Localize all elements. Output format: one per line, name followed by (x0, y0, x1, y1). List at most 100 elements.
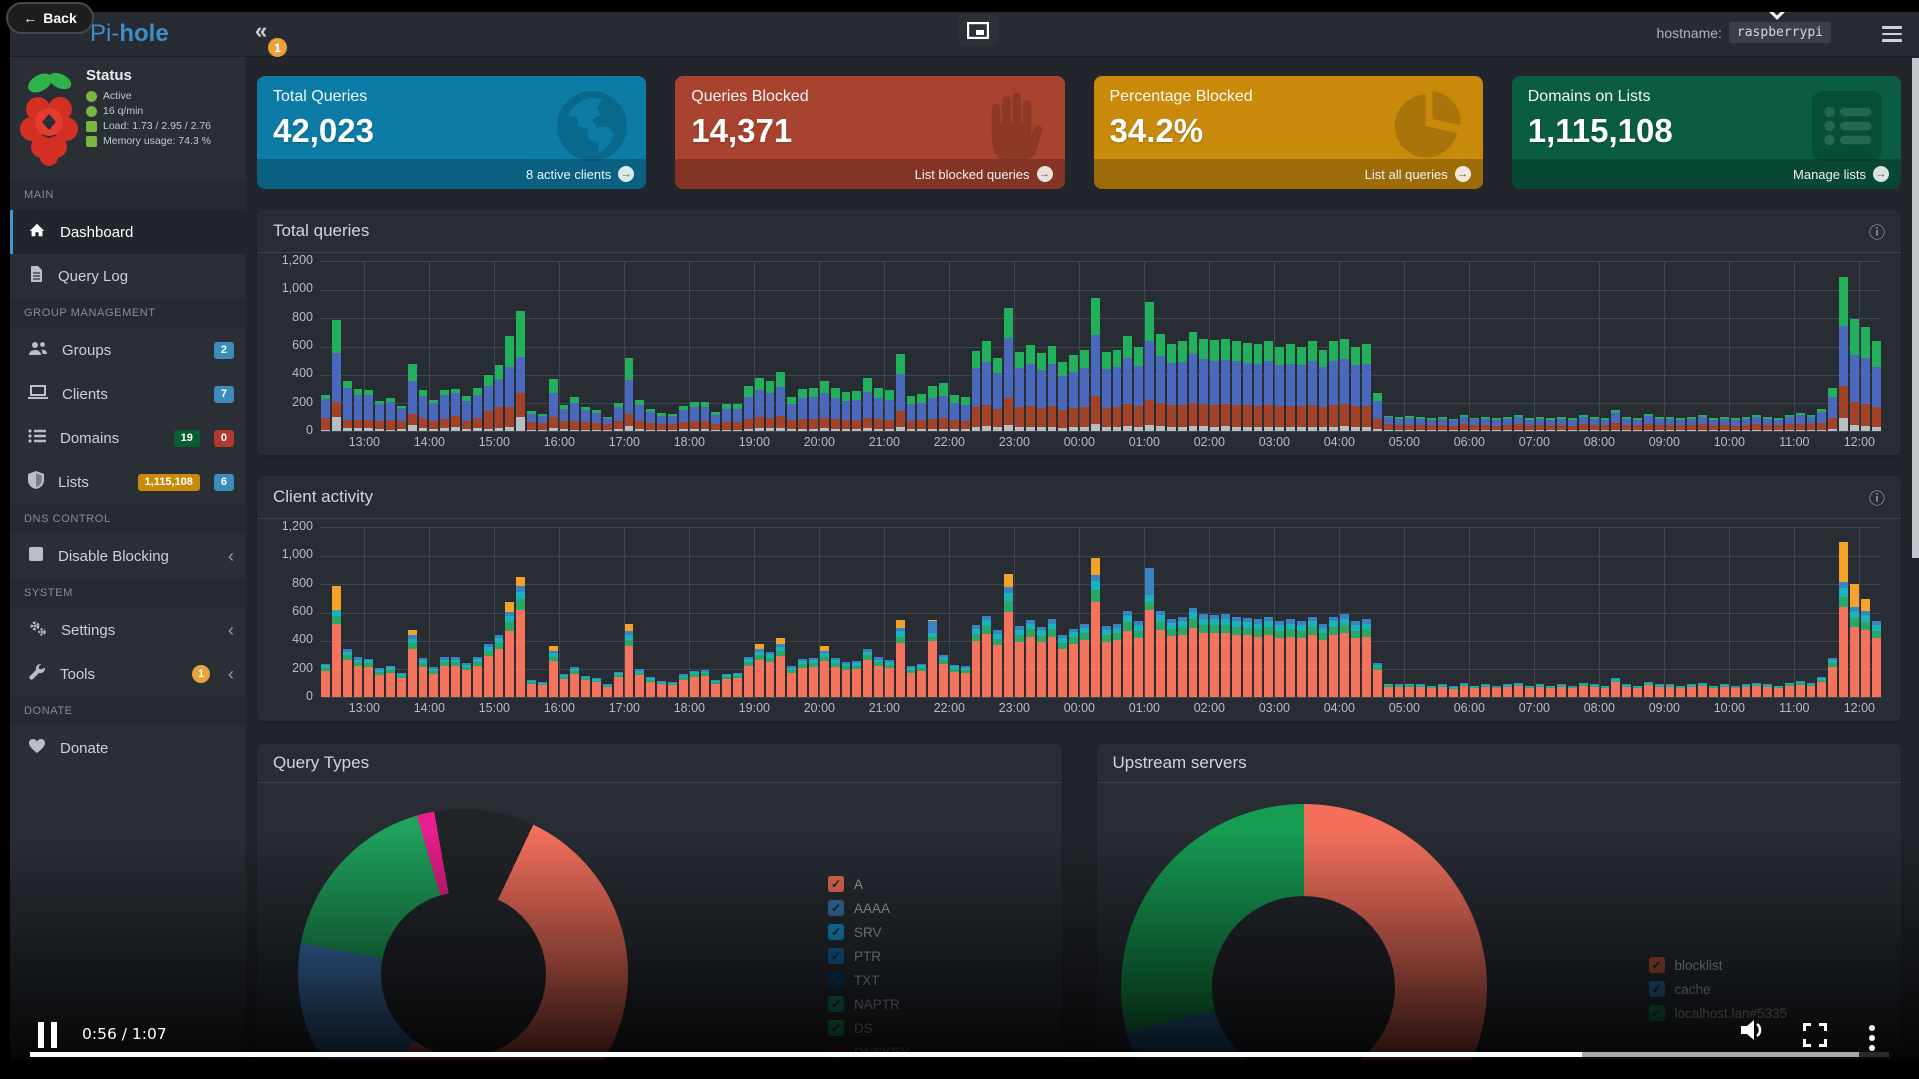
stacked-bar[interactable] (993, 529, 1002, 697)
sidebar-item-dashboard[interactable]: Dashboard (10, 210, 246, 254)
stacked-bar[interactable] (354, 529, 363, 697)
stacked-bar[interactable] (440, 263, 449, 431)
stacked-bar[interactable] (1362, 263, 1371, 431)
stacked-bar[interactable] (1676, 263, 1685, 431)
stacked-bar[interactable] (1872, 263, 1881, 431)
stacked-bar[interactable] (1568, 263, 1577, 431)
stacked-bar[interactable] (1785, 263, 1794, 431)
stacked-bar[interactable] (1785, 529, 1794, 697)
stacked-bar[interactable] (776, 263, 785, 431)
stacked-bar[interactable] (1123, 529, 1132, 697)
stacked-bar[interactable] (1145, 529, 1154, 697)
stacked-bar[interactable] (1427, 263, 1436, 431)
stacked-bar[interactable] (668, 263, 677, 431)
stacked-bar[interactable] (1416, 529, 1425, 697)
legend-item-blocklist[interactable]: ✓blocklist (1649, 957, 1788, 973)
stacked-bar[interactable] (1796, 263, 1805, 431)
volume-icon[interactable] (1737, 1016, 1767, 1049)
sidebar-item-groups[interactable]: Groups2 (10, 328, 246, 372)
stacked-bar[interactable] (1752, 529, 1761, 697)
list-blocked-queries-link[interactable]: List blocked queries → (675, 159, 1064, 189)
stacked-bar[interactable] (1329, 263, 1338, 431)
stacked-bar[interactable] (950, 529, 959, 697)
stacked-bar[interactable] (982, 263, 991, 431)
stacked-bar[interactable] (1319, 263, 1328, 431)
stacked-bar[interactable] (321, 529, 330, 697)
stacked-bar[interactable] (1243, 529, 1252, 697)
stacked-bar[interactable] (473, 263, 482, 431)
stacked-bar[interactable] (473, 529, 482, 697)
stacked-bar[interactable] (1210, 529, 1219, 697)
stacked-bar[interactable] (440, 529, 449, 697)
stacked-bar[interactable] (538, 263, 547, 431)
stacked-bar[interactable] (1351, 263, 1360, 431)
stacked-bar[interactable] (1080, 529, 1089, 697)
back-button[interactable]: ←Back (6, 2, 94, 34)
legend-item-srv[interactable]: ✓SRV (828, 924, 910, 940)
stacked-bar[interactable] (1557, 529, 1566, 697)
stacked-bar[interactable] (1340, 529, 1349, 697)
stacked-bar[interactable] (1655, 529, 1664, 697)
stacked-bar[interactable] (711, 263, 720, 431)
menu-icon[interactable] (1882, 26, 1902, 42)
stacked-bar[interactable] (1449, 529, 1458, 697)
stacked-bar[interactable] (896, 529, 905, 697)
stacked-bar[interactable] (1709, 263, 1718, 431)
stacked-bar[interactable] (1763, 263, 1772, 431)
stacked-bar[interactable] (1156, 529, 1165, 697)
stacked-bar[interactable] (1438, 529, 1447, 697)
stacked-bar[interactable] (1405, 529, 1414, 697)
stacked-bar[interactable] (549, 529, 558, 697)
stacked-bar[interactable] (614, 529, 623, 697)
stacked-bar[interactable] (1536, 529, 1545, 697)
stacked-bar[interactable] (1622, 529, 1631, 697)
stacked-bar[interactable] (1199, 529, 1208, 697)
stacked-bar[interactable] (1460, 263, 1469, 431)
active-clients-link[interactable]: 8 active clients → (257, 159, 646, 189)
stacked-bar[interactable] (549, 263, 558, 431)
stacked-bar[interactable] (516, 529, 525, 697)
stacked-bar[interactable] (1232, 263, 1241, 431)
stacked-bar[interactable] (1839, 529, 1848, 697)
stacked-bar[interactable] (690, 263, 699, 431)
stacked-bar[interactable] (343, 263, 352, 431)
stacked-bar[interactable] (635, 529, 644, 697)
info-icon[interactable]: ⓘ (1869, 219, 1885, 243)
stacked-bar[interactable] (1427, 529, 1436, 697)
stacked-bar[interactable] (560, 529, 569, 697)
stacked-bar[interactable] (1687, 263, 1696, 431)
stacked-bar[interactable] (603, 263, 612, 431)
stacked-bar[interactable] (1037, 529, 1046, 697)
stacked-bar[interactable] (1742, 529, 1751, 697)
stacked-bar[interactable] (852, 529, 861, 697)
stacked-bar[interactable] (657, 529, 666, 697)
stacked-bar[interactable] (321, 263, 330, 431)
stacked-bar[interactable] (1015, 529, 1024, 697)
stacked-bar[interactable] (928, 263, 937, 431)
stacked-bar[interactable] (961, 529, 970, 697)
stacked-bar[interactable] (1622, 263, 1631, 431)
stacked-bar[interactable] (570, 263, 579, 431)
stacked-bar[interactable] (1395, 529, 1404, 697)
update-count-badge[interactable]: 1 (268, 38, 287, 57)
stacked-bar[interactable] (1113, 529, 1122, 697)
stacked-bar[interactable] (1438, 263, 1447, 431)
stacked-bar[interactable] (907, 263, 916, 431)
stacked-bar[interactable] (419, 263, 428, 431)
stacked-bar[interactable] (1178, 529, 1187, 697)
stacked-bar[interactable] (766, 263, 775, 431)
stacked-bar[interactable] (1546, 529, 1555, 697)
query-types-donut[interactable] (298, 809, 628, 1060)
stacked-bar[interactable] (1470, 529, 1479, 697)
sidebar-item-domains[interactable]: Domains190 (10, 416, 246, 460)
stacked-bar[interactable] (527, 529, 536, 697)
stacked-bar[interactable] (863, 263, 872, 431)
stacked-bar[interactable] (1264, 263, 1273, 431)
stacked-bar[interactable] (744, 263, 753, 431)
stacked-bar[interactable] (484, 529, 493, 697)
stacked-bar[interactable] (1015, 263, 1024, 431)
stacked-bar[interactable] (917, 529, 926, 697)
stacked-bar[interactable] (581, 263, 590, 431)
stacked-bar[interactable] (1373, 529, 1382, 697)
sidebar-item-tools[interactable]: Tools1‹ (10, 652, 246, 696)
